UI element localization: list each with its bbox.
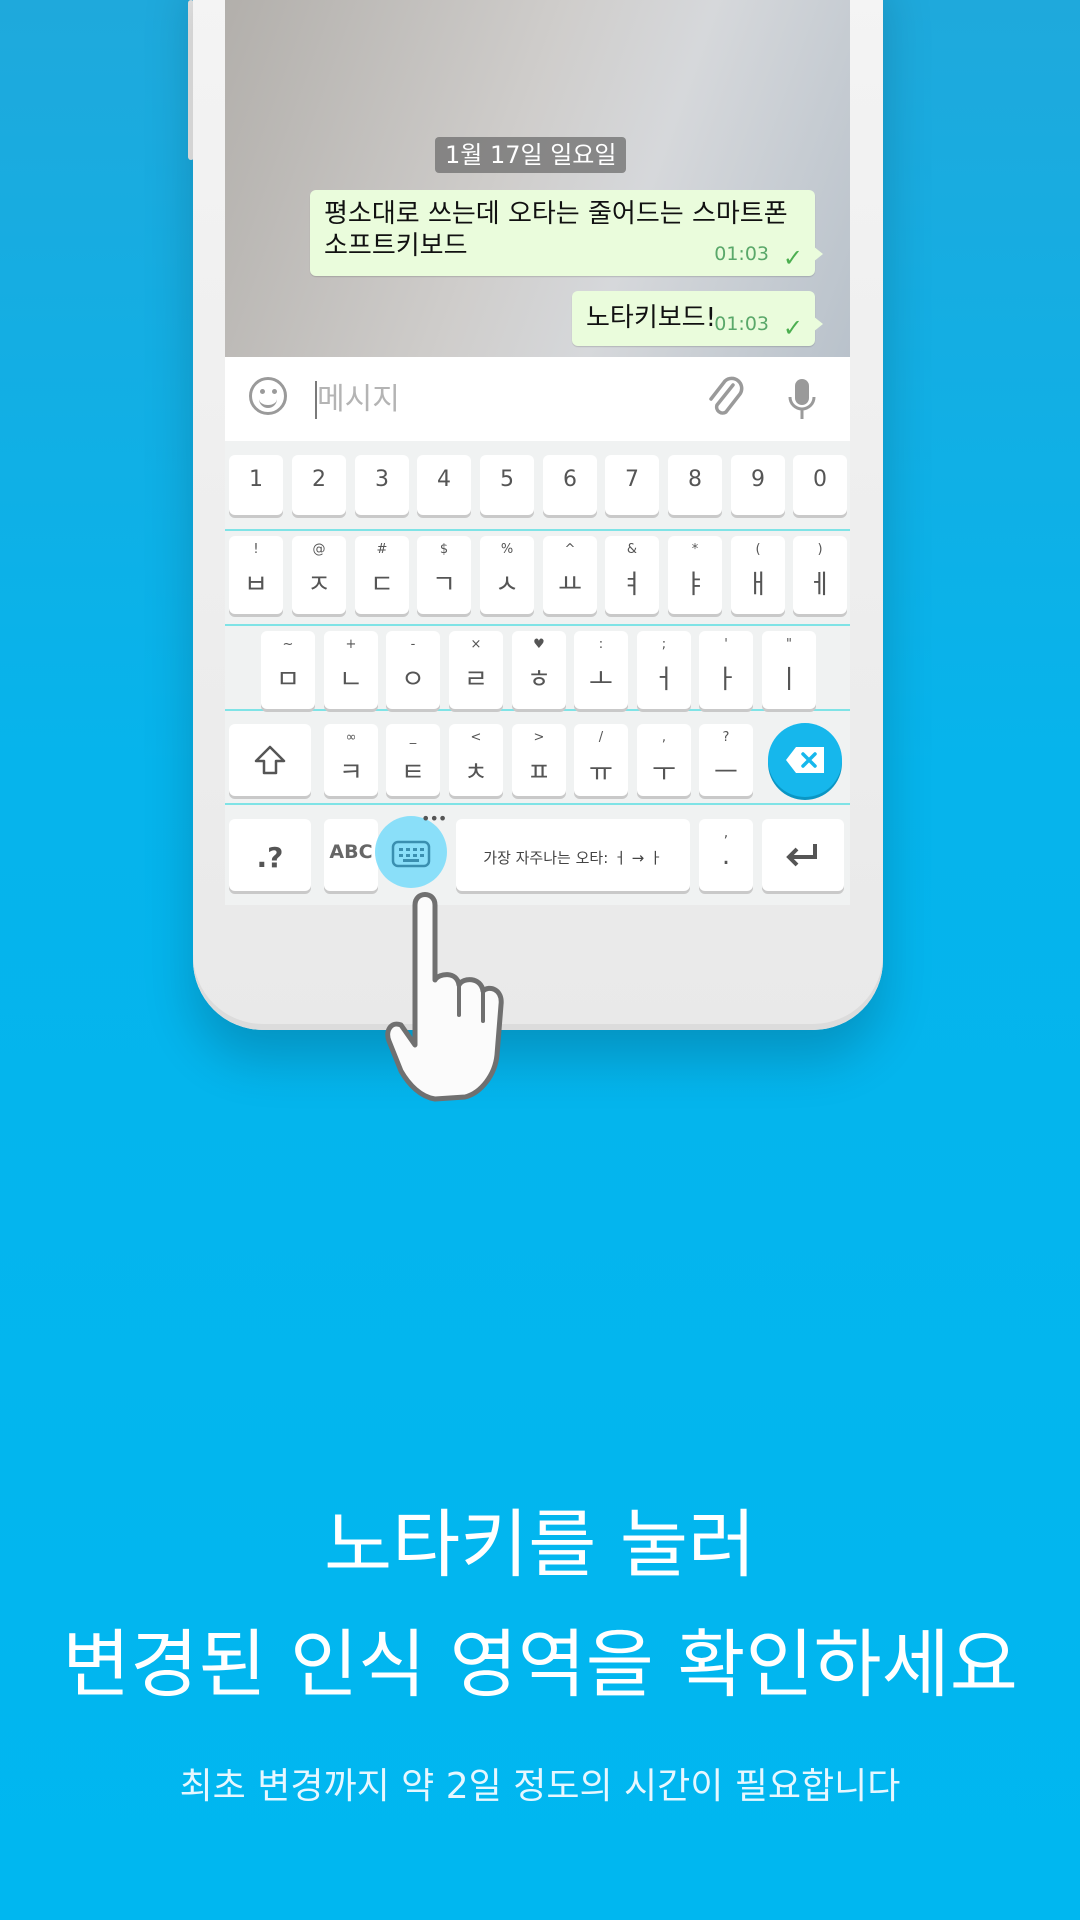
key-ya[interactable]: * ㅑ — [668, 536, 722, 614]
keyboard-divider — [225, 803, 850, 805]
shift-icon — [254, 745, 286, 775]
symbols-key[interactable]: .? — [229, 819, 311, 891]
pointing-hand-icon — [385, 892, 504, 1102]
mic-icon[interactable] — [787, 377, 817, 421]
key-2[interactable]: 2 — [292, 455, 346, 515]
space-key[interactable]: 가장 자주나는 오타: ㅓ → ㅏ — [456, 819, 690, 891]
key-eu[interactable]: ? ㅡ — [699, 724, 753, 796]
key-8[interactable]: 8 — [668, 455, 722, 515]
message-bubble[interactable]: 노타키보드! 01:03 ✓ — [572, 291, 823, 346]
enter-key[interactable] — [762, 819, 844, 891]
promo-headline: 노타키를 눌러 — [323, 1502, 756, 1588]
more-dots: ••• — [421, 809, 447, 828]
key-5[interactable]: 5 — [480, 455, 534, 515]
key-tieut[interactable]: _ ㅌ — [386, 724, 440, 796]
key-0[interactable]: 0 — [793, 455, 847, 515]
bubble-tail — [813, 246, 823, 262]
key-3[interactable]: 3 — [355, 455, 409, 515]
key-digeut[interactable]: # ㄷ — [355, 536, 409, 614]
key-nieun[interactable]: + ㄴ — [324, 631, 378, 709]
key-i[interactable]: " ㅣ — [762, 631, 816, 709]
period-key[interactable]: ,. — [699, 819, 753, 891]
key-e[interactable]: ) ㅔ — [793, 536, 847, 614]
key-siot[interactable]: % ㅅ — [480, 536, 534, 614]
key-yeo[interactable]: & ㅕ — [605, 536, 659, 614]
keyboard-divider — [225, 709, 850, 711]
abc-key[interactable]: ABC — [324, 819, 378, 891]
keyboard: 1 2 3 4 5 6 7 8 9 0 ! ㅂ @ ㅈ # ㄷ $ ㄱ % ㅅ ^ ㅛ & ㅕ… — [225, 441, 850, 905]
keyboard-icon — [391, 840, 431, 868]
key-yo[interactable]: ^ ㅛ — [543, 536, 597, 614]
key-giyeok[interactable]: $ ㄱ — [417, 536, 471, 614]
key-chieut[interactable]: < ㅊ — [449, 724, 503, 796]
key-ieung[interactable]: -ㅇ — [386, 631, 440, 709]
message-time: 01:03 — [714, 313, 769, 335]
message-text-line: 소프트키보드 — [324, 231, 468, 261]
key-kieuk[interactable]: ∞ ㅋ — [324, 724, 378, 796]
bubble-tail — [813, 316, 823, 332]
key-bieup[interactable]: ! ㅂ — [229, 536, 283, 614]
key-mieum[interactable]: ~ ㅁ — [261, 631, 315, 709]
message-text-line: 평소대로 쓰는데 오타는 줄어드는 스마트폰 — [324, 199, 788, 229]
key-u[interactable]: ,ㅜ — [637, 724, 691, 796]
key-4[interactable]: 4 — [417, 455, 471, 515]
phone-screen: 1월 17일 일요일 평소대로 쓰는데 오타는 줄어드는 스마트폰 소프트키보드… — [225, 0, 850, 905]
key-ae[interactable]: (ㅐ — [731, 536, 785, 614]
key-1[interactable]: 1 — [229, 455, 283, 515]
key-pieup[interactable]: > ㅍ — [512, 724, 566, 796]
message-text-line: 노타키보드! — [586, 303, 717, 333]
chat-area: 1월 17일 일요일 평소대로 쓰는데 오타는 줄어드는 스마트폰 소프트키보드… — [225, 0, 850, 357]
key-yu[interactable]: / ㅠ — [574, 724, 628, 796]
emoji-icon[interactable] — [249, 377, 287, 415]
key-rieul[interactable]: × ㄹ — [449, 631, 503, 709]
message-bubble[interactable]: 평소대로 쓰는데 오타는 줄어드는 스마트폰 소프트키보드 01:03 ✓ — [310, 190, 823, 276]
shift-key[interactable] — [229, 724, 311, 796]
message-time: 01:03 — [714, 243, 769, 265]
key-9[interactable]: 9 — [731, 455, 785, 515]
date-divider: 1월 17일 일요일 — [435, 137, 627, 173]
enter-icon — [786, 844, 817, 867]
key-hieut[interactable]: ♥ ㅎ — [512, 631, 566, 709]
message-input[interactable]: 메시지 — [317, 381, 400, 419]
keyboard-divider — [225, 529, 850, 531]
key-a[interactable]: ' ㅏ — [699, 631, 753, 709]
delete-key[interactable] — [768, 723, 842, 797]
keyboard-divider — [225, 624, 850, 626]
read-check-icon: ✓ — [782, 244, 803, 272]
read-check-icon: ✓ — [782, 314, 803, 342]
attach-icon[interactable] — [705, 375, 745, 421]
promo-subtext: 최초 변경까지 약 2일 정도의 시간이 필요합니다 — [179, 1766, 901, 1807]
key-o[interactable]: :ㅗ — [574, 631, 628, 709]
message-input-bar: 메시지 — [225, 357, 850, 441]
key-eo[interactable]: ; ㅓ — [637, 631, 691, 709]
key-7[interactable]: 7 — [605, 455, 659, 515]
promo-headline: 변경된 인식 영역을 확인하세요 — [62, 1622, 1018, 1708]
key-jieut[interactable]: @ ㅈ — [292, 536, 346, 614]
backspace-icon — [786, 747, 824, 773]
key-6[interactable]: 6 — [543, 455, 597, 515]
